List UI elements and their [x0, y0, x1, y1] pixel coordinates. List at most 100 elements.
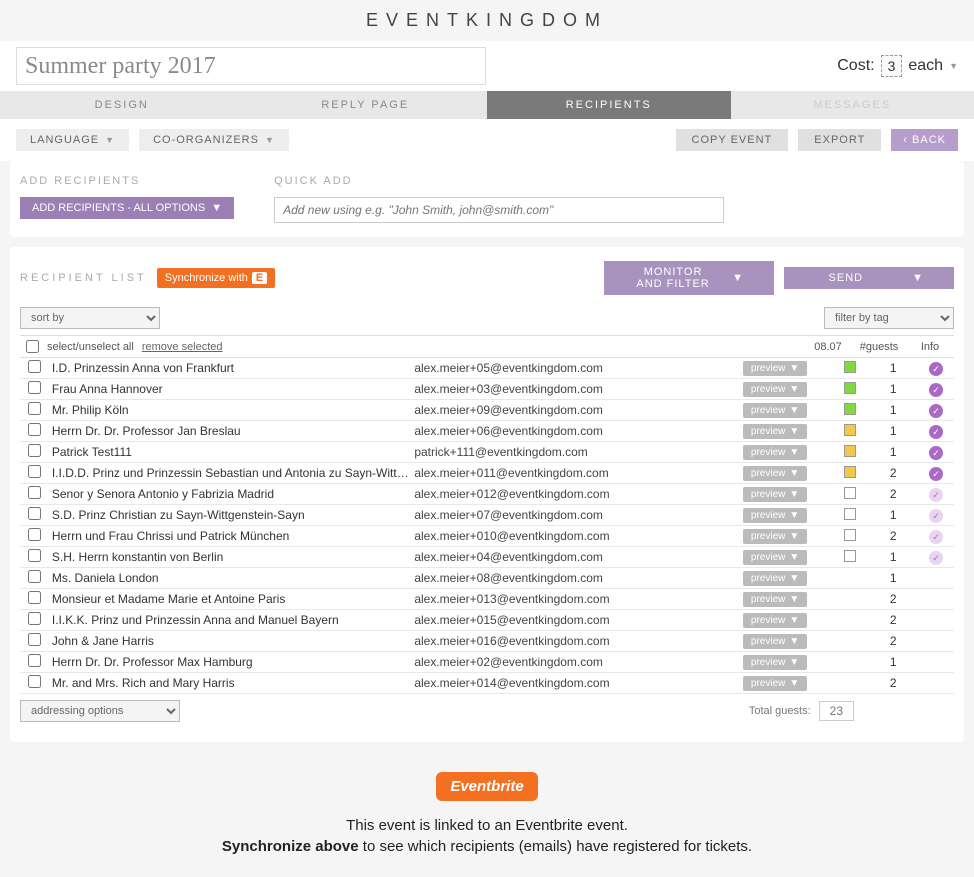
add-recipients-button[interactable]: ADD RECIPIENTS - ALL OPTIONS▼: [20, 197, 234, 219]
preview-button[interactable]: preview ▼: [743, 403, 807, 418]
recipient-name[interactable]: Herrn Dr. Dr. Professor Jan Breslau: [50, 424, 414, 438]
preview-button[interactable]: preview ▼: [743, 445, 807, 460]
recipient-name[interactable]: Herrn Dr. Dr. Professor Max Hamburg: [50, 655, 414, 669]
remove-selected-link[interactable]: remove selected: [142, 341, 223, 353]
row-checkbox[interactable]: [28, 381, 41, 394]
row-checkbox[interactable]: [28, 675, 41, 688]
addressing-options-select[interactable]: addressing options: [20, 700, 180, 722]
table-row: Mr. Philip Kölnalex.meier+09@eventkingdo…: [20, 400, 954, 421]
tab-design[interactable]: DESIGN: [0, 91, 244, 119]
preview-button[interactable]: preview ▼: [743, 487, 807, 502]
guest-count: 1: [868, 403, 918, 417]
quick-add-input[interactable]: [274, 197, 724, 223]
recipient-name[interactable]: Monsieur et Madame Marie et Antoine Pari…: [50, 592, 414, 606]
export-button[interactable]: EXPORT: [798, 129, 881, 151]
tab-recipients[interactable]: RECIPIENTS: [487, 91, 731, 119]
recipient-email[interactable]: alex.meier+015@eventkingdom.com: [414, 613, 743, 627]
recipient-email[interactable]: alex.meier+014@eventkingdom.com: [414, 676, 743, 690]
recipient-name[interactable]: Mr. Philip Köln: [50, 403, 414, 417]
sort-by-select[interactable]: sort by: [20, 307, 160, 329]
chevron-down-icon[interactable]: ▼: [949, 61, 958, 71]
preview-button[interactable]: preview ▼: [743, 676, 807, 691]
event-title-input[interactable]: [16, 47, 486, 85]
recipient-email[interactable]: alex.meier+07@eventkingdom.com: [414, 508, 743, 522]
row-checkbox[interactable]: [28, 507, 41, 520]
total-guests-label: Total guests:: [749, 705, 811, 717]
footer-line1: This event is linked to an Eventbrite ev…: [0, 815, 974, 836]
recipient-name[interactable]: S.H. Herrn konstantin von Berlin: [50, 550, 414, 564]
guest-count: 1: [868, 445, 918, 459]
recipient-name[interactable]: Patrick Test111: [50, 445, 414, 459]
status-square: [833, 466, 869, 481]
recipient-email[interactable]: alex.meier+010@eventkingdom.com: [414, 529, 743, 543]
recipient-name[interactable]: Senor y Senora Antonio y Fabrizia Madrid: [50, 487, 414, 501]
recipient-email[interactable]: alex.meier+03@eventkingdom.com: [414, 382, 743, 396]
row-checkbox[interactable]: [28, 528, 41, 541]
row-checkbox[interactable]: [28, 633, 41, 646]
recipient-name[interactable]: Ms. Daniela London: [50, 571, 414, 585]
back-button[interactable]: ‹ BACK: [891, 129, 958, 151]
monitor-filter-button[interactable]: MONITOR AND FILTER▼: [604, 261, 774, 295]
row-checkbox[interactable]: [28, 591, 41, 604]
info-status: ✓: [918, 382, 954, 397]
row-checkbox[interactable]: [28, 654, 41, 667]
recipient-name[interactable]: S.D. Prinz Christian zu Sayn-Wittgenstei…: [50, 508, 414, 522]
tab-messages[interactable]: MESSAGES: [731, 91, 974, 119]
coorganizers-dropdown[interactable]: CO-ORGANIZERS▼: [139, 129, 289, 151]
preview-button[interactable]: preview ▼: [743, 529, 807, 544]
guest-count: 1: [868, 382, 918, 396]
preview-button[interactable]: preview ▼: [743, 655, 807, 670]
guest-count: 1: [868, 508, 918, 522]
status-square: [833, 487, 869, 502]
preview-button[interactable]: preview ▼: [743, 424, 807, 439]
recipient-name[interactable]: Mr. and Mrs. Rich and Mary Harris: [50, 676, 414, 690]
recipient-email[interactable]: alex.meier+04@eventkingdom.com: [414, 550, 743, 564]
synchronize-button[interactable]: Synchronize withE: [157, 268, 276, 288]
preview-button[interactable]: preview ▼: [743, 592, 807, 607]
select-all-checkbox[interactable]: [26, 340, 39, 353]
send-button[interactable]: SEND▼: [784, 267, 954, 289]
row-checkbox[interactable]: [28, 486, 41, 499]
filter-by-tag-select[interactable]: filter by tag: [824, 307, 954, 329]
row-checkbox[interactable]: [28, 549, 41, 562]
preview-button[interactable]: preview ▼: [743, 550, 807, 565]
info-status: ✓: [918, 529, 954, 544]
status-square: [833, 382, 869, 397]
preview-button[interactable]: preview ▼: [743, 571, 807, 586]
recipient-email[interactable]: alex.meier+08@eventkingdom.com: [414, 571, 743, 585]
recipient-email[interactable]: alex.meier+06@eventkingdom.com: [414, 424, 743, 438]
row-checkbox[interactable]: [28, 402, 41, 415]
row-checkbox[interactable]: [28, 444, 41, 457]
row-checkbox[interactable]: [28, 570, 41, 583]
recipient-name[interactable]: I.I.D.D. Prinz und Prinzessin Sebastian …: [50, 466, 414, 480]
recipient-name[interactable]: John & Jane Harris: [50, 634, 414, 648]
recipient-email[interactable]: alex.meier+09@eventkingdom.com: [414, 403, 743, 417]
recipient-email[interactable]: alex.meier+05@eventkingdom.com: [414, 361, 743, 375]
tab-reply-page[interactable]: REPLY PAGE: [244, 91, 488, 119]
recipient-email[interactable]: alex.meier+013@eventkingdom.com: [414, 592, 743, 606]
table-row: Monsieur et Madame Marie et Antoine Pari…: [20, 589, 954, 610]
recipient-name[interactable]: Herrn und Frau Chrissi und Patrick Münch…: [50, 529, 414, 543]
row-checkbox[interactable]: [28, 612, 41, 625]
recipient-name[interactable]: I.I.K.K. Prinz und Prinzessin Anna and M…: [50, 613, 414, 627]
row-checkbox[interactable]: [28, 360, 41, 373]
recipient-email[interactable]: alex.meier+011@eventkingdom.com: [414, 466, 743, 480]
preview-button[interactable]: preview ▼: [743, 361, 807, 376]
recipient-email[interactable]: patrick+111@eventkingdom.com: [414, 445, 743, 459]
row-checkbox[interactable]: [28, 465, 41, 478]
copy-event-button[interactable]: COPY EVENT: [676, 129, 789, 151]
recipient-name[interactable]: I.D. Prinzessin Anna von Frankfurt: [50, 361, 414, 375]
cost-value[interactable]: 3: [881, 55, 903, 77]
language-dropdown[interactable]: LANGUAGE▼: [16, 129, 129, 151]
recipient-email[interactable]: alex.meier+012@eventkingdom.com: [414, 487, 743, 501]
recipient-email[interactable]: alex.meier+016@eventkingdom.com: [414, 634, 743, 648]
recipient-name[interactable]: Frau Anna Hannover: [50, 382, 414, 396]
preview-button[interactable]: preview ▼: [743, 508, 807, 523]
preview-button[interactable]: preview ▼: [743, 382, 807, 397]
row-checkbox[interactable]: [28, 423, 41, 436]
preview-button[interactable]: preview ▼: [743, 613, 807, 628]
preview-button[interactable]: preview ▼: [743, 634, 807, 649]
preview-button[interactable]: preview ▼: [743, 466, 807, 481]
guest-count: 1: [868, 571, 918, 585]
recipient-email[interactable]: alex.meier+02@eventkingdom.com: [414, 655, 743, 669]
